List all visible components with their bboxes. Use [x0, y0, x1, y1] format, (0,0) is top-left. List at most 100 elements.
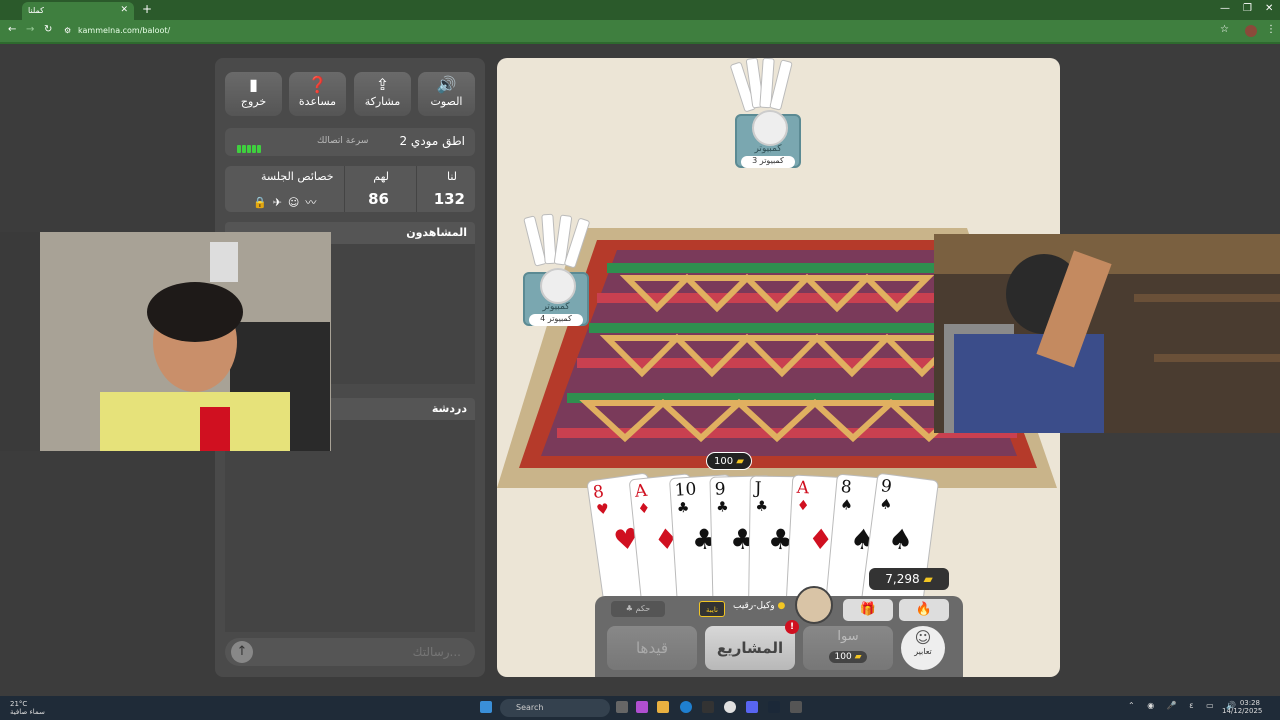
task-view-icon[interactable]	[616, 701, 628, 713]
os-taskbar: 21°C سماء صافية Search ⌃ ◉ 🎤 ε ▭ 🔊 03:28…	[0, 696, 1280, 720]
minimize-icon[interactable]: —	[1220, 3, 1230, 14]
projects-button[interactable]: المشاريع !	[705, 620, 799, 670]
browser-menu-icon[interactable]: ⋮	[1266, 24, 1276, 35]
spectators-title: المشاهدون	[406, 226, 467, 239]
gift-button[interactable]: 🎁	[843, 599, 893, 621]
reload-icon[interactable]: ↻	[44, 24, 52, 35]
gift-icon: 🎁	[859, 602, 877, 617]
smiley-icon: ☺	[914, 628, 932, 647]
agent-name: وكيل-رقيب	[733, 601, 775, 611]
qaydha-button[interactable]: قيدها	[607, 626, 697, 670]
app-icon[interactable]	[702, 701, 714, 713]
divider	[416, 166, 417, 212]
card-rank: 8	[591, 481, 606, 504]
sawa-button[interactable]: سوا 100 ▰	[803, 626, 893, 670]
signal-strength-icon	[237, 138, 265, 153]
share-label: مشاركة	[364, 95, 401, 108]
taskbar-search[interactable]: Search	[500, 699, 610, 717]
site-info-icon[interactable]: ⚙	[64, 26, 71, 35]
bid-indicator: 100 ▰	[706, 452, 752, 470]
help-label: مساعدة	[298, 95, 337, 108]
card-suit-icon: ♣	[755, 498, 769, 515]
share-button[interactable]: ⇪ مشاركة	[354, 72, 411, 116]
agent-label: وكيل-رقيب ●	[733, 601, 785, 611]
sawa-value: 100	[834, 652, 852, 662]
speaker-icon: 🔊	[436, 75, 457, 94]
webcam-image	[0, 232, 331, 451]
emotes-button[interactable]: ☺ تعابير	[901, 626, 945, 670]
restore-icon[interactable]: ❐	[1243, 3, 1252, 14]
close-tab-icon[interactable]: ✕	[120, 5, 128, 15]
sound-button[interactable]: 🔊 الصوت	[418, 72, 475, 116]
card-suit-icon: ♠	[878, 496, 894, 514]
room-name: اطق مودي 2	[399, 134, 465, 148]
new-tab-button[interactable]: +	[142, 2, 152, 16]
card-suit-icon: ♠	[886, 521, 916, 558]
player-left[interactable]: كمبيوتر كمبيوتر 4	[523, 268, 589, 326]
nayba-badge: نايبة	[699, 601, 725, 617]
card-suit-icon: ♣	[676, 499, 690, 517]
coins-value: 7,298	[885, 572, 920, 586]
session-property-icons: 🔒✈☺〰	[253, 196, 323, 209]
card-suit-icon: ♦	[796, 497, 810, 515]
gold-bar-icon: ▰	[923, 572, 933, 586]
exit-button[interactable]: ▮ خروج	[225, 72, 282, 116]
send-arrow-icon[interactable]: ↑	[231, 641, 253, 663]
sawa-cost: 100 ▰	[828, 651, 868, 663]
card-rank: J	[754, 478, 762, 499]
help-button[interactable]: ❓ مساعدة	[289, 72, 346, 116]
connection-bar: اطق مودي 2 سرعة اتصالك	[225, 128, 475, 156]
weather-desc: سماء صافية	[10, 708, 45, 716]
card-suit-icon: ♣	[715, 499, 729, 516]
sawa-label: سوا	[837, 629, 859, 644]
copilot-icon[interactable]	[636, 701, 648, 713]
connection-speed-label: سرعة اتصالك	[317, 136, 369, 146]
chat-input[interactable]	[281, 642, 461, 662]
us-score: 132	[433, 190, 465, 208]
discord-icon[interactable]	[746, 701, 758, 713]
card-rank: 10	[674, 479, 698, 501]
gold-coin-icon: ●	[777, 601, 786, 611]
share-icon: ⇪	[375, 75, 390, 94]
url-field[interactable]: kammelna.com/baloot/	[78, 26, 170, 35]
search-label: Search	[516, 703, 544, 712]
browser-tab[interactable]: كملنا ✕	[22, 2, 134, 20]
coins-balance: 7,298 ▰	[869, 568, 949, 590]
bookmark-star-icon[interactable]: ☆	[1220, 24, 1229, 35]
chrome-icon[interactable]	[724, 701, 736, 713]
edge-icon[interactable]	[680, 701, 692, 713]
card-rank: A	[633, 480, 649, 502]
card-rank: A	[796, 477, 810, 499]
divider	[0, 42, 1280, 44]
club-icon: ♣	[625, 604, 636, 613]
steam-icon[interactable]	[768, 701, 780, 713]
tab-title: كملنا	[28, 6, 44, 15]
address-bar-row: ← → ↻ ⚙ kammelna.com/baloot/ ☆ ⋮	[0, 20, 1280, 42]
fire-button[interactable]: 🔥	[899, 599, 949, 621]
gold-bar-icon: ▰	[736, 456, 744, 467]
forward-icon[interactable]: →	[26, 24, 34, 35]
profile-avatar[interactable]	[1245, 25, 1257, 37]
back-icon[interactable]: ←	[8, 24, 16, 35]
help-icon: ❓	[307, 75, 328, 94]
them-score: 86	[368, 190, 389, 208]
avatar	[752, 110, 788, 146]
player-top-name: كمبيوتر	[754, 144, 782, 154]
exit-door-icon: ▮	[249, 75, 258, 94]
weather-widget[interactable]: 21°C سماء صافية	[10, 700, 45, 716]
bid-value: 100	[714, 456, 734, 467]
session-label: خصائص الجلسة	[261, 170, 334, 183]
avatar[interactable]	[795, 586, 833, 624]
taskbar-clock[interactable]: 03:28 14/12/2025	[1222, 699, 1262, 715]
divider	[344, 166, 345, 212]
browser-tab-bar: كملنا ✕ + — ❐ ✕	[0, 0, 1280, 20]
player-top[interactable]: كمبيوتر كمبيوتر 3	[735, 110, 801, 168]
windows-start-icon[interactable]	[480, 701, 492, 713]
emotes-label: تعابير	[914, 647, 932, 656]
chat-title: دردشة	[431, 402, 467, 415]
window-close-icon[interactable]: ✕	[1265, 3, 1273, 14]
card-suit-icon: ♠	[839, 496, 854, 514]
file-explorer-icon[interactable]	[657, 701, 669, 713]
card-suit-icon: ♥	[595, 501, 611, 519]
app-icon[interactable]	[790, 701, 802, 713]
